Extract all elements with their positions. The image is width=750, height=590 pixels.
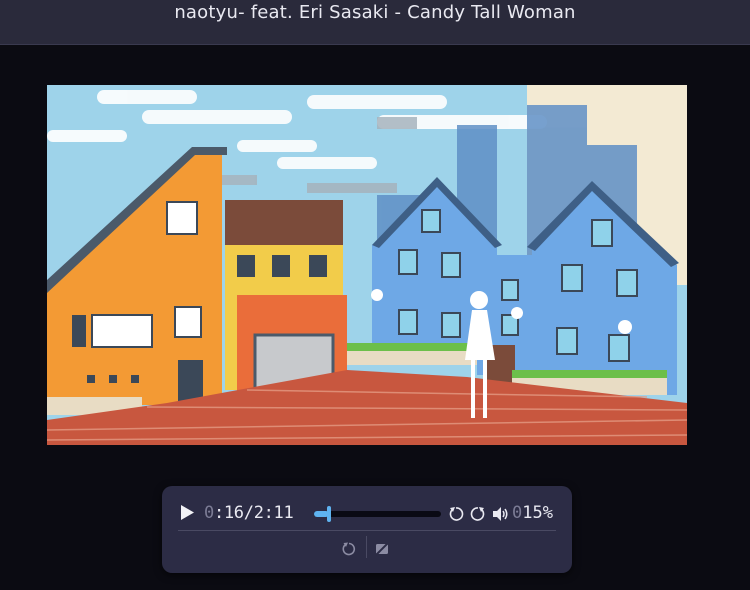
controls-divider bbox=[178, 530, 556, 531]
rewind-button[interactable] bbox=[448, 506, 464, 522]
no-captions-icon bbox=[375, 542, 389, 556]
time-current: :16 bbox=[213, 503, 244, 523]
time-total: 2:11 bbox=[253, 503, 294, 523]
replay-button[interactable] bbox=[470, 506, 486, 522]
controls-main-row: 0:16/2:11 015% bbox=[162, 503, 572, 524]
seek-bar[interactable] bbox=[314, 506, 441, 522]
loop-button[interactable] bbox=[342, 541, 356, 556]
title-bar: naotyu- feat. Eri Sasaki - Candy Tall Wo… bbox=[0, 0, 750, 45]
video-frame[interactable] bbox=[47, 85, 687, 445]
player-controls: 0:16/2:11 015% bbox=[162, 486, 572, 573]
time-display: 0:16/2:11 bbox=[204, 503, 294, 523]
loop-icon bbox=[342, 542, 356, 556]
volume-icon bbox=[493, 507, 508, 521]
video-scene bbox=[47, 85, 687, 445]
play-button[interactable] bbox=[180, 504, 196, 522]
time-separator: / bbox=[243, 503, 254, 523]
rewind-icon bbox=[449, 507, 464, 521]
window-title: naotyu- feat. Eri Sasaki - Candy Tall Wo… bbox=[174, 2, 576, 23]
controls-separator bbox=[366, 536, 367, 558]
play-icon bbox=[181, 505, 194, 520]
replay-icon bbox=[470, 507, 485, 521]
volume-button[interactable] bbox=[492, 506, 508, 522]
volume-dim: 0 bbox=[512, 503, 523, 523]
seek-thumb[interactable] bbox=[327, 506, 331, 522]
time-current-dim: 0 bbox=[204, 503, 214, 523]
volume-value: 15% bbox=[522, 503, 553, 523]
volume-display[interactable]: 015% bbox=[512, 503, 553, 523]
captions-button[interactable] bbox=[375, 541, 389, 556]
